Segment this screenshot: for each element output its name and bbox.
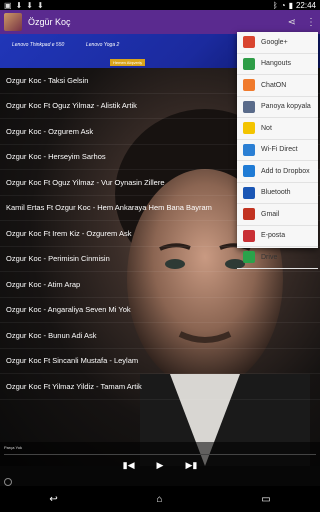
app-notification-icon: ▣ — [4, 0, 12, 10]
share-item-label: Not — [261, 124, 272, 132]
email-icon — [243, 229, 255, 242]
song-item[interactable]: Ozgur Koc - Bunun Adi Ask — [0, 323, 320, 349]
share-item-copy-clipboard[interactable]: Panoya kopyala — [237, 97, 318, 118]
song-title: Ozgur Koc - Taksi Gelsin — [6, 75, 89, 85]
song-title: Kamil Ertas Ft Ozgur Koc - Hem Ankaraya … — [6, 203, 212, 213]
song-title: Ozgur Koc - Bunun Adi Ask — [6, 330, 97, 340]
share-item-drive[interactable]: Drive — [237, 247, 318, 269]
share-item-label: Bluetooth — [261, 189, 291, 197]
battery-icon: ▮ — [288, 0, 293, 10]
song-title: Ozgur Koc - Angaraliya Seven Mi Yok — [6, 305, 131, 315]
bluetooth-icon — [243, 186, 255, 199]
bluetooth-icon: ᛒ — [272, 0, 278, 10]
status-right-icons: ᛒ ◔ ▮ 22:44 — [273, 1, 316, 10]
share-item-hangouts[interactable]: Hangouts — [237, 54, 318, 75]
song-title: Ozgur Koc - Ozgurem Ask — [6, 126, 94, 136]
wifi-direct-icon — [243, 143, 255, 156]
share-item-label: Gmail — [261, 210, 280, 218]
share-item-dropbox[interactable]: Add to Dropbox — [237, 161, 318, 183]
player-controls: ▮◀ ▶ ▶▮ — [0, 460, 320, 471]
song-title: Ozgur Koc Ft Sincanli Mustafa - Leylam — [6, 356, 139, 366]
app-bar: Özgür Koç ⋖ ⋮ — [0, 10, 320, 34]
song-item[interactable]: Ozgur Koc Ft Yilmaz Yildiz - Tamam Artik — [0, 374, 320, 400]
ad-text-left: Lenovo Thinkpad e 550 — [12, 42, 65, 48]
share-item-label: ChatON — [261, 81, 287, 89]
share-item-email[interactable]: E-posta — [237, 226, 318, 247]
share-item-label: E-posta — [261, 232, 286, 240]
wifi-icon: ◔ — [280, 0, 286, 10]
clipboard-icon — [243, 100, 255, 113]
song-title: Ozgur Koc - Atim Arap — [6, 279, 81, 289]
app-logo-icon[interactable] — [4, 13, 22, 31]
download-icon: ⬇ — [36, 0, 44, 10]
song-title: Ozgur Koc Ft Oguz Yilmaz - Alistik Artik — [6, 101, 137, 111]
song-title: Ozgur Koc - Herseyim Sarhos — [6, 152, 106, 162]
home-icon[interactable]: ⌂ — [156, 494, 162, 505]
ad-text-right: Lenovo Yoga 2 — [86, 42, 120, 48]
app-title: Özgür Koç — [28, 17, 71, 27]
song-title: Ozgur Koc Ft Yilmaz Yildiz - Tamam Artik — [6, 381, 142, 391]
seek-bar[interactable] — [4, 454, 316, 455]
play-icon[interactable]: ▶ — [157, 460, 164, 471]
now-playing-label: Parça Yok — [4, 445, 23, 450]
back-icon[interactable]: ↩ — [49, 494, 57, 505]
share-item-note[interactable]: Not — [237, 118, 318, 140]
share-menu: Google+ Hangouts ChatON Panoya kopyala N… — [237, 32, 318, 269]
navigation-bar: ↩ ⌂ ▭ — [0, 486, 320, 512]
hangouts-icon — [243, 57, 255, 70]
song-title: Ozgur Koc - Perimisin Cinmisin — [6, 254, 110, 264]
share-item-label: Wi-Fi Direct — [261, 146, 298, 154]
share-item-wifi-direct[interactable]: Wi-Fi Direct — [237, 140, 318, 161]
share-item-label: Google+ — [261, 38, 288, 46]
song-title: Ozgur Koc Ft Oguz Yilmaz - Vur Oynasin Z… — [6, 177, 165, 187]
ad-badge: Hemen Alışveriş — [110, 59, 145, 66]
song-item[interactable]: Ozgur Koc Ft Sincanli Mustafa - Leylam — [0, 349, 320, 374]
song-item[interactable]: Ozgur Koc - Angaraliya Seven Mi Yok — [0, 298, 320, 323]
share-icon[interactable]: ⋖ — [288, 17, 296, 28]
share-item-chaton[interactable]: ChatON — [237, 75, 318, 97]
chaton-icon — [243, 79, 255, 92]
song-title: Ozgur Koc Ft Irem Kiz - Ozgurem Ask — [6, 228, 132, 238]
status-bar: ▣ ⬇ ⬇ ⬇ ᛒ ◔ ▮ 22:44 — [0, 0, 320, 10]
share-item-label: Add to Dropbox — [261, 167, 310, 175]
seek-handle[interactable] — [4, 478, 12, 486]
drive-icon — [243, 251, 255, 264]
status-time: 22:44 — [295, 0, 316, 10]
share-item-label: Drive — [261, 253, 278, 261]
previous-icon[interactable]: ▮◀ — [123, 460, 135, 471]
gmail-icon — [243, 208, 255, 221]
next-icon[interactable]: ▶▮ — [185, 460, 197, 471]
googleplus-icon — [243, 36, 255, 49]
media-player: Parça Yok ▮◀ ▶ ▶▮ — [0, 442, 320, 486]
status-left-icons: ▣ ⬇ ⬇ ⬇ — [4, 1, 44, 10]
share-item-googleplus[interactable]: Google+ — [237, 32, 318, 54]
download-icon: ⬇ — [26, 0, 33, 10]
share-item-label: Hangouts — [261, 60, 291, 68]
app-bar-actions: ⋖ ⋮ — [288, 17, 316, 28]
share-item-label: Panoya kopyala — [261, 103, 311, 111]
dropbox-icon — [243, 165, 255, 178]
share-item-gmail[interactable]: Gmail — [237, 204, 318, 226]
overflow-icon[interactable]: ⋮ — [306, 17, 316, 28]
song-item[interactable]: Ozgur Koc - Atim Arap — [0, 272, 320, 298]
note-icon — [243, 122, 255, 135]
download-icon: ⬇ — [15, 0, 23, 10]
recents-icon[interactable]: ▭ — [261, 494, 270, 505]
share-item-bluetooth[interactable]: Bluetooth — [237, 183, 318, 204]
